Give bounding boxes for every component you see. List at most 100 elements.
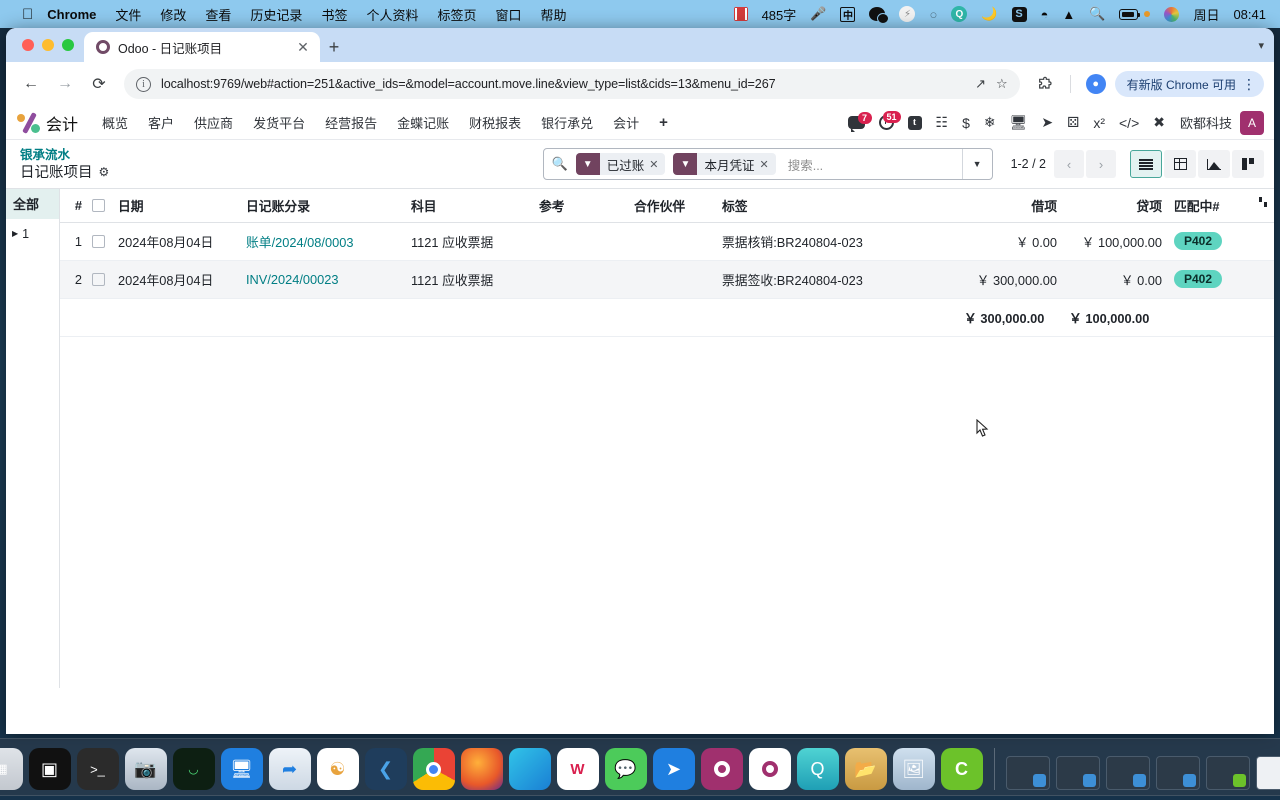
breadcrumb-parent[interactable]: 银承流水	[20, 148, 109, 164]
shortcut-icon[interactable]: ⚡	[899, 6, 916, 22]
menu-help[interactable]: 帮助	[541, 5, 567, 24]
search-facet-this-month[interactable]: ▼ 本月凭证 ✕	[673, 153, 776, 175]
column-header-account[interactable]: 科目	[405, 188, 533, 223]
dock-chrome-icon[interactable]	[412, 748, 455, 790]
search-dropdown-toggle[interactable]: ▼	[961, 149, 992, 179]
wechat-icon[interactable]	[869, 7, 890, 24]
menu-bookmarks[interactable]: 书签	[321, 5, 347, 24]
column-header-credit[interactable]: 贷项	[1063, 188, 1168, 223]
dock-wechat-icon[interactable]: 💬	[604, 748, 647, 790]
menu-item-accounting[interactable]: 会计	[603, 113, 649, 132]
back-button[interactable]: ←	[16, 69, 46, 99]
microphone-icon[interactable]: 🎤	[810, 6, 826, 22]
dock-alipay-icon[interactable]: ☯	[316, 748, 359, 790]
eject-icon[interactable]: ▲	[1062, 7, 1075, 22]
dock-minimized-window[interactable]	[1105, 756, 1150, 790]
code-icon[interactable]: </>	[1112, 115, 1146, 131]
dock-screenshot-icon[interactable]: 📷	[124, 748, 167, 790]
odoo-logo-icon[interactable]	[16, 111, 42, 134]
dock-launchpad-icon[interactable]: ▦	[0, 748, 23, 790]
dock-minimized-window[interactable]	[1155, 756, 1200, 790]
airdrop-icon[interactable]: ○	[929, 7, 937, 22]
do-not-disturb-icon[interactable]: 🌙	[981, 6, 997, 22]
expand-caret-icon[interactable]: ▶	[12, 229, 18, 238]
menu-item-bank-acceptance[interactable]: 银行承兑	[531, 113, 603, 132]
column-header-debit[interactable]: 借项	[958, 188, 1063, 223]
apple-menu-icon[interactable]: 	[22, 7, 33, 22]
dock-file-transfer-icon[interactable]: 📂	[844, 748, 887, 790]
wifi-icon[interactable]: ◓	[1041, 7, 1049, 22]
facet-remove-icon[interactable]: ✕	[760, 158, 776, 171]
activities-clock-icon[interactable]: 51	[872, 111, 901, 130]
close-window-button[interactable]	[22, 39, 34, 51]
company-name[interactable]: 欧都科技	[1172, 113, 1240, 132]
currency-dollar-icon[interactable]: $	[955, 115, 977, 131]
menu-item-tax-report[interactable]: 财税报表	[459, 113, 531, 132]
dock-odoo-alt-icon[interactable]	[748, 748, 791, 790]
table-row[interactable]: 1 2024年08月04日 账单/2024/08/0003 1121 应收票据 …	[60, 222, 1274, 261]
user-avatar[interactable]: A	[1240, 110, 1264, 135]
search-input[interactable]: 搜索...	[784, 155, 956, 174]
cell-journal-entry[interactable]: INV/2024/00023	[240, 260, 405, 299]
superscript-icon[interactable]: x²	[1086, 115, 1112, 131]
menu-item-management-report[interactable]: 经营报告	[315, 113, 387, 132]
column-header-reference[interactable]: 参考	[533, 188, 628, 223]
monitor-icon[interactable]: 🖥	[1003, 114, 1035, 131]
status-badge[interactable]: P402	[1174, 270, 1223, 289]
control-center-icon[interactable]	[1164, 6, 1180, 22]
send-telegram-icon[interactable]: ➤	[1034, 114, 1060, 131]
column-header-matching[interactable]: 匹配中#	[1168, 188, 1246, 223]
dock-activity-monitor-icon[interactable]: ◡	[172, 748, 215, 790]
address-bar[interactable]: i localhost:9769/web#action=251&active_i…	[124, 69, 1020, 99]
spotlight-search-icon[interactable]: 🔍	[1089, 6, 1105, 22]
extensions-puzzle-icon[interactable]	[1030, 69, 1060, 99]
view-list-button[interactable]	[1130, 150, 1162, 178]
dock-search-tool-icon[interactable]: Q	[796, 748, 839, 790]
menu-bar-clock[interactable]: 08:41	[1233, 7, 1266, 22]
dock-minimized-window[interactable]	[1005, 756, 1050, 790]
search-box[interactable]: 🔍 ▼ 已过账 ✕ ▼ 本月凭证 ✕ 搜索... ▼	[542, 148, 993, 180]
menu-item-customers[interactable]: 客户	[138, 113, 184, 132]
row-checkbox[interactable]	[92, 234, 105, 248]
profile-button[interactable]: ●	[1081, 69, 1111, 99]
bookmark-star-icon[interactable]: ☆	[996, 76, 1008, 92]
menu-item-shipping-platform[interactable]: 发货平台	[243, 113, 315, 132]
table-row[interactable]: 2 2024年08月04日 INV/2024/00023 1121 应收票据 票…	[60, 260, 1274, 299]
dock-minimized-window[interactable]	[1055, 756, 1100, 790]
menu-item-vendors[interactable]: 供应商	[184, 113, 243, 132]
gear-icon[interactable]: ⚙	[99, 165, 110, 180]
menu-history[interactable]: 历史记录	[250, 5, 302, 24]
column-header-journal-entry[interactable]: 日记账分录	[240, 188, 405, 223]
column-options-button[interactable]	[1246, 188, 1274, 223]
sidebar-item-all[interactable]: 全部	[6, 188, 59, 219]
snipaste-icon[interactable]: S	[1011, 6, 1027, 22]
view-pivot-button[interactable]	[1164, 150, 1196, 178]
dock-cheetah-icon[interactable]: C	[940, 748, 983, 790]
forward-button[interactable]: →	[50, 69, 80, 99]
snowflake-icon[interactable]: ❄	[977, 114, 1003, 131]
dock-wps-icon[interactable]: W	[556, 748, 599, 790]
tab-search-chevron-down-icon[interactable]: ▾	[1258, 39, 1264, 52]
word-count-indicator[interactable]: 485字	[762, 5, 797, 24]
apps-grid-icon[interactable]: ☷	[929, 114, 956, 131]
cell-journal-entry[interactable]: 账单/2024/08/0003	[240, 222, 405, 261]
chrome-update-button[interactable]: 有新版 Chrome 可用 ⋮	[1114, 71, 1264, 97]
app-name[interactable]: 会计	[46, 111, 78, 135]
maximize-window-button[interactable]	[62, 39, 74, 51]
dock-edge-icon[interactable]	[508, 748, 551, 790]
dock-safari-icon[interactable]: ➦	[268, 748, 311, 790]
dock-odoo-icon[interactable]	[700, 748, 743, 790]
search-tool-icon[interactable]: Q	[951, 6, 968, 22]
reload-button[interactable]: ⟳	[84, 69, 114, 99]
input-method-icon[interactable]: 中	[840, 6, 856, 22]
view-kanban-button[interactable]	[1232, 150, 1264, 178]
menu-tabs[interactable]: 标签页	[437, 5, 476, 24]
dock-mission-control-icon[interactable]: ▣	[28, 748, 71, 790]
row-checkbox[interactable]	[92, 272, 105, 286]
dock-terminal-icon[interactable]: >_	[76, 748, 119, 790]
tally-icon[interactable]: t	[901, 115, 929, 130]
status-badge[interactable]: P402	[1174, 232, 1223, 251]
dock-minimized-window[interactable]	[1205, 756, 1250, 790]
battery-icon[interactable]	[1119, 8, 1141, 20]
menu-bar-day[interactable]: 周日	[1193, 5, 1219, 24]
